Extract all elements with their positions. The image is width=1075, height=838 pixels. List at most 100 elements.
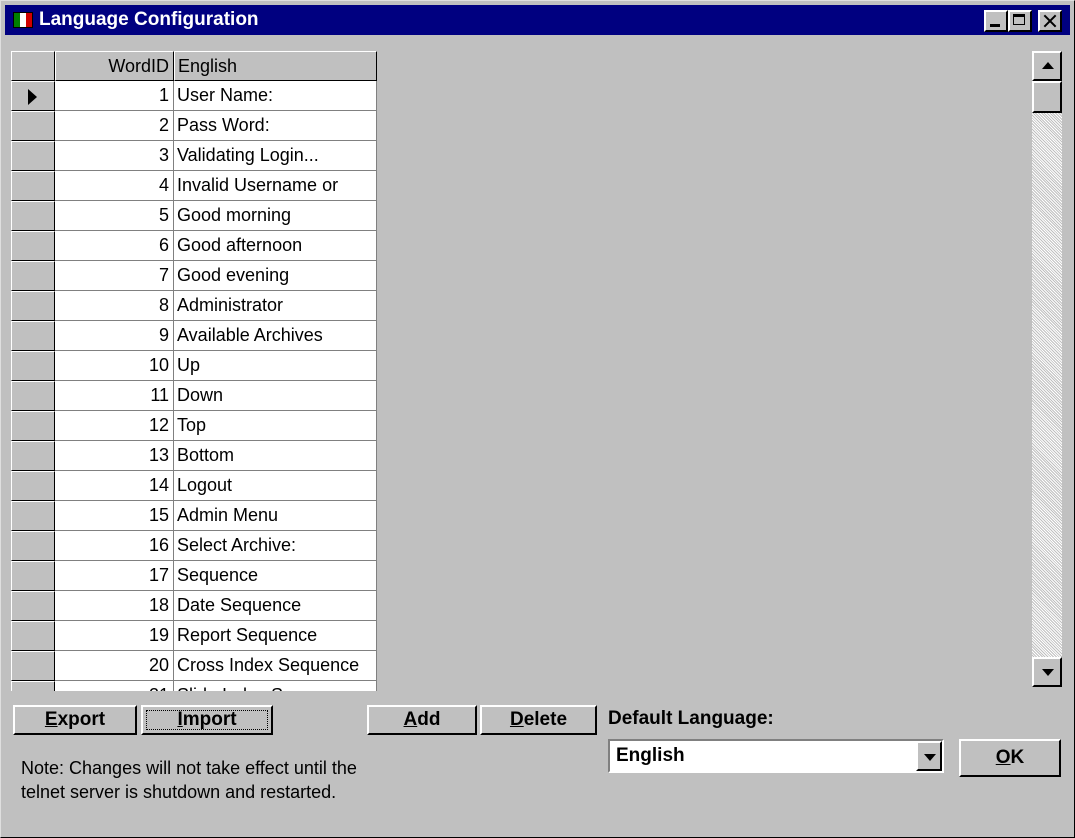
scroll-down-icon[interactable] — [1032, 657, 1062, 687]
maximize-icon[interactable] — [1008, 10, 1032, 32]
english-cell[interactable]: Up — [174, 351, 377, 381]
table-row[interactable]: 6 Good afternoon — [11, 231, 377, 261]
row-selector[interactable] — [11, 201, 55, 231]
table-row[interactable]: 8 Administrator — [11, 291, 377, 321]
row-selector[interactable] — [11, 411, 55, 441]
wordid-cell[interactable]: 18 — [55, 591, 174, 621]
wordid-cell[interactable]: 1 — [55, 81, 174, 111]
row-selector[interactable] — [11, 321, 55, 351]
english-cell[interactable]: Top — [174, 411, 377, 441]
table-row[interactable]: 20 Cross Index Sequence — [11, 651, 377, 681]
wordid-cell[interactable]: 4 — [55, 171, 174, 201]
english-cell[interactable]: Date Sequence — [174, 591, 377, 621]
table-row[interactable]: 21Slide Index Sequence — [11, 681, 377, 691]
row-selector[interactable] — [11, 651, 55, 681]
wordid-cell[interactable]: 12 — [55, 411, 174, 441]
table-row[interactable]: 2 Pass Word: — [11, 111, 377, 141]
ok-button[interactable]: OK — [959, 739, 1061, 777]
table-row[interactable]: 13 Bottom — [11, 441, 377, 471]
row-selector[interactable] — [11, 441, 55, 471]
table-row[interactable]: 5 Good morning — [11, 201, 377, 231]
wordid-cell[interactable]: 10 — [55, 351, 174, 381]
row-selector[interactable] — [11, 621, 55, 651]
delete-button[interactable]: Delete — [480, 705, 597, 735]
english-cell[interactable]: Slide Index Sequence — [174, 681, 377, 691]
wordid-cell[interactable]: 17 — [55, 561, 174, 591]
row-selector[interactable] — [11, 531, 55, 561]
english-cell[interactable]: Logout — [174, 471, 377, 501]
table-row[interactable]: 3 Validating Login... — [11, 141, 377, 171]
english-cell[interactable]: Good evening — [174, 261, 377, 291]
row-selector[interactable] — [11, 351, 55, 381]
row-selector[interactable] — [11, 681, 55, 691]
scroll-thumb[interactable] — [1032, 81, 1062, 113]
table-row[interactable]: 4 Invalid Username or — [11, 171, 377, 201]
close-icon[interactable] — [1038, 10, 1062, 32]
wordid-cell[interactable]: 20 — [55, 651, 174, 681]
table-row[interactable]: 16 Select Archive: — [11, 531, 377, 561]
minimize-icon[interactable] — [984, 10, 1008, 32]
english-cell[interactable]: Invalid Username or — [174, 171, 377, 201]
word-grid[interactable]: WordID English 1 User Name: 2 Pass Word: 3 Va… — [11, 51, 377, 691]
wordid-cell[interactable]: 6 — [55, 231, 174, 261]
row-selector[interactable] — [11, 81, 55, 111]
wordid-cell[interactable]: 2 — [55, 111, 174, 141]
english-cell[interactable]: Good morning — [174, 201, 377, 231]
vertical-scrollbar[interactable] — [1032, 51, 1062, 687]
wordid-cell[interactable]: 8 — [55, 291, 174, 321]
default-language-select[interactable]: English — [608, 739, 944, 773]
row-selector[interactable] — [11, 501, 55, 531]
table-row[interactable]: 14 Logout — [11, 471, 377, 501]
english-cell[interactable]: Administrator — [174, 291, 377, 321]
wordid-cell[interactable]: 11 — [55, 381, 174, 411]
english-cell[interactable]: User Name: — [174, 81, 377, 111]
row-selector[interactable] — [11, 291, 55, 321]
export-button[interactable]: Export — [13, 705, 137, 735]
wordid-cell[interactable]: 19 — [55, 621, 174, 651]
wordid-cell[interactable]: 21 — [55, 681, 174, 691]
english-cell[interactable]: Bottom — [174, 441, 377, 471]
wordid-cell[interactable]: 15 — [55, 501, 174, 531]
add-button[interactable]: Add — [367, 705, 477, 735]
scroll-up-icon[interactable] — [1032, 51, 1062, 81]
row-selector[interactable] — [11, 381, 55, 411]
english-cell[interactable]: Admin Menu — [174, 501, 377, 531]
chevron-down-icon[interactable] — [916, 741, 942, 771]
wordid-cell[interactable]: 9 — [55, 321, 174, 351]
column-header-english[interactable]: English — [174, 51, 377, 81]
english-cell[interactable]: Select Archive: — [174, 531, 377, 561]
english-cell[interactable]: Down — [174, 381, 377, 411]
table-row[interactable]: 9 Available Archives — [11, 321, 377, 351]
english-cell[interactable]: Sequence — [174, 561, 377, 591]
wordid-cell[interactable]: 7 — [55, 261, 174, 291]
row-selector[interactable] — [11, 111, 55, 141]
import-button[interactable]: Import — [141, 705, 273, 735]
wordid-cell[interactable]: 14 — [55, 471, 174, 501]
english-cell[interactable]: Available Archives — [174, 321, 377, 351]
table-row[interactable]: 7 Good evening — [11, 261, 377, 291]
english-cell[interactable]: Report Sequence — [174, 621, 377, 651]
row-selector[interactable] — [11, 141, 55, 171]
row-selector[interactable] — [11, 591, 55, 621]
table-row[interactable]: 19 Report Sequence — [11, 621, 377, 651]
wordid-cell[interactable]: 3 — [55, 141, 174, 171]
row-selector[interactable] — [11, 231, 55, 261]
table-row[interactable]: 1 User Name: — [11, 81, 377, 111]
row-selector[interactable] — [11, 471, 55, 501]
table-row[interactable]: 17 Sequence — [11, 561, 377, 591]
wordid-cell[interactable]: 13 — [55, 441, 174, 471]
row-selector[interactable] — [11, 171, 55, 201]
row-selector[interactable] — [11, 261, 55, 291]
table-row[interactable]: 12 Top — [11, 411, 377, 441]
wordid-cell[interactable]: 5 — [55, 201, 174, 231]
english-cell[interactable]: Good afternoon — [174, 231, 377, 261]
english-cell[interactable]: Validating Login... — [174, 141, 377, 171]
title-bar[interactable]: Language Configuration — [5, 5, 1070, 35]
english-cell[interactable]: Cross Index Sequence — [174, 651, 377, 681]
row-selector[interactable] — [11, 561, 55, 591]
english-cell[interactable]: Pass Word: — [174, 111, 377, 141]
table-row[interactable]: 18 Date Sequence — [11, 591, 377, 621]
table-row[interactable]: 10 Up — [11, 351, 377, 381]
column-header-wordid[interactable]: WordID — [55, 51, 174, 81]
wordid-cell[interactable]: 16 — [55, 531, 174, 561]
